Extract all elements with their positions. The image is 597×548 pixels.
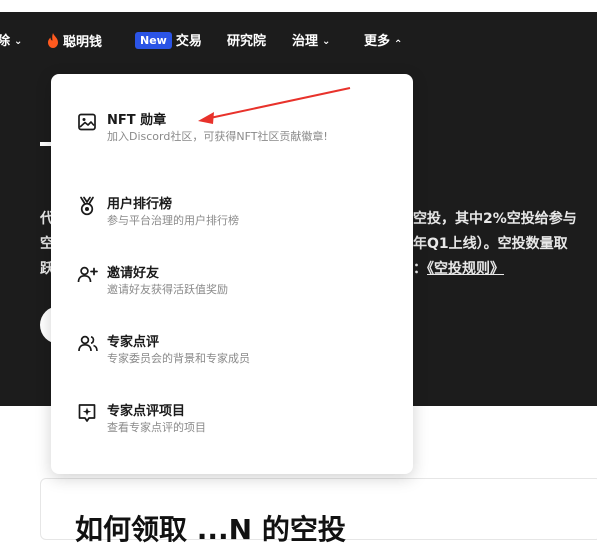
menu-item-title: NFT 勋章 bbox=[107, 113, 167, 128]
menu-item-expert-review-projects[interactable]: 专家点评项目 查看专家点评的项目 bbox=[51, 403, 413, 439]
more-dropdown-menu: NFT 勋章 加入Discord社区，可获得NFT社区贡献徽章! 用户排行榜 参… bbox=[51, 74, 413, 474]
chevron-down-icon: ⌄ bbox=[14, 36, 23, 47]
menu-item-nft-badge[interactable]: NFT 勋章 加入Discord社区，可获得NFT社区贡献徽章! bbox=[51, 112, 413, 162]
hero-text-line1-suffix: 空投，其中2%空投给参与 bbox=[413, 211, 577, 227]
nav-item-label: 交易 bbox=[175, 34, 202, 49]
hero-rules-link-wrap: ：《空投规则》 bbox=[413, 261, 504, 277]
menu-item-invite-friends[interactable]: 邀请好友 邀请好友获得活跃值奖励 bbox=[51, 265, 413, 301]
image-icon bbox=[77, 112, 97, 132]
menu-item-desc: 专家委员会的背景和专家成员 bbox=[107, 352, 250, 365]
menu-item-expert-reviews[interactable]: 专家点评 专家委员会的背景和专家成员 bbox=[51, 334, 413, 370]
sparkle-icon bbox=[77, 403, 97, 423]
users-icon bbox=[77, 334, 98, 354]
airdrop-rules-link[interactable]: 《空投规则》 bbox=[427, 261, 504, 277]
new-badge: New bbox=[135, 32, 172, 49]
nav-item-governance[interactable]: 治理 ⌄ bbox=[292, 30, 330, 54]
chevron-down-icon: ⌄ bbox=[322, 36, 331, 47]
nav-item-partial[interactable]: 除 ⌄ bbox=[0, 30, 22, 54]
menu-item-leaderboard[interactable]: 用户排行榜 参与平台治理的用户排行榜 bbox=[51, 196, 413, 232]
nav-item-trade[interactable]: New 交易 bbox=[135, 30, 202, 54]
nav-item-label: 治理 bbox=[292, 34, 319, 49]
nav-item-more[interactable]: 更多 ⌃ bbox=[364, 30, 402, 54]
hero-text-line2-suffix: 年Q1上线）。空投数量取 bbox=[413, 236, 568, 252]
top-nav: 除 ⌄ 聪明钱 New 交易 研究院 治理 ⌄ 更多 ⌃ bbox=[0, 30, 597, 54]
menu-item-desc: 参与平台治理的用户排行榜 bbox=[107, 214, 239, 227]
menu-item-title: 专家点评 bbox=[107, 335, 160, 350]
menu-item-title: 用户排行榜 bbox=[107, 197, 173, 212]
medal-icon bbox=[77, 196, 97, 216]
menu-item-title: 专家点评项目 bbox=[107, 404, 186, 419]
bottom-section-title: 如何领取 ...N 的空投 bbox=[75, 513, 346, 546]
user-add-icon bbox=[77, 265, 98, 285]
nav-item-label: 聪明钱 bbox=[63, 35, 103, 50]
menu-item-desc: 加入Discord社区，可获得NFT社区贡献徽章! bbox=[107, 130, 328, 143]
nav-item-label: 更多 bbox=[364, 34, 391, 49]
menu-item-title: 邀请好友 bbox=[107, 266, 160, 281]
menu-item-desc: 邀请好友获得活跃值奖励 bbox=[107, 283, 228, 296]
nav-item-research[interactable]: 研究院 bbox=[227, 30, 266, 54]
menu-item-desc: 查看专家点评的项目 bbox=[107, 421, 206, 434]
chevron-up-icon: ⌃ bbox=[394, 39, 403, 50]
nav-item-label: 除 bbox=[0, 34, 11, 49]
nav-item-smart-money[interactable]: 聪明钱 bbox=[47, 30, 102, 54]
fire-icon bbox=[47, 30, 59, 54]
nav-item-label: 研究院 bbox=[227, 34, 267, 49]
